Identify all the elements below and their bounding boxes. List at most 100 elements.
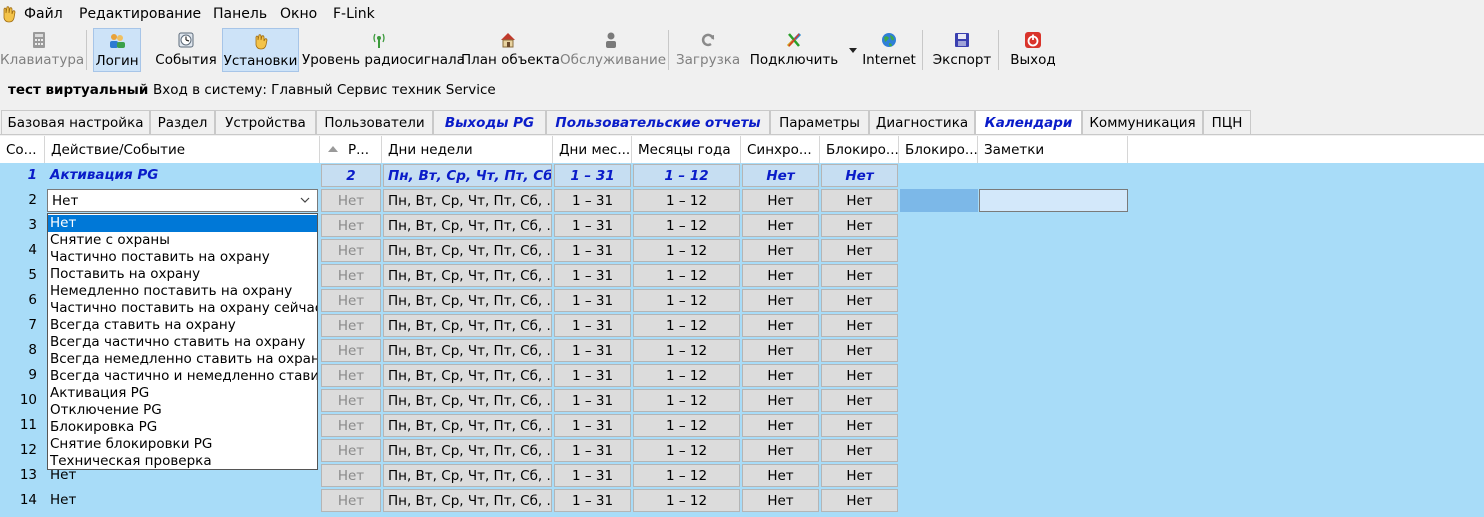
col-header-monthdays[interactable]: Дни мес...	[553, 136, 632, 163]
connect-button[interactable]: Подключить	[748, 28, 840, 72]
tab-devices[interactable]: Устройства	[215, 110, 316, 134]
monthdays-cell[interactable]: 1 – 31	[554, 214, 631, 237]
sync-cell[interactable]: Нет	[742, 289, 819, 312]
signal-level-button[interactable]: Уровень радиосигнала	[302, 28, 465, 72]
p-cell[interactable]: Нет	[321, 189, 381, 212]
block-cell[interactable]: Нет	[821, 339, 898, 362]
weekdays-cell[interactable]: Пн, Вт, Ср, Чт, Пт, Сб, ...	[383, 189, 552, 212]
p-cell[interactable]: Нет	[321, 289, 381, 312]
tab-diagnostics[interactable]: Диагностика	[869, 110, 975, 134]
sync-cell[interactable]: Нет	[742, 439, 819, 462]
block-cell[interactable]: Нет	[821, 164, 898, 187]
block-cell[interactable]: Нет	[821, 364, 898, 387]
dropdown-option[interactable]: Всегда частично ставить на охрану	[48, 334, 317, 351]
dropdown-option[interactable]: Поставить на охрану	[48, 266, 317, 283]
col-header-weekdays[interactable]: Дни недели	[382, 136, 553, 163]
weekdays-cell[interactable]: Пн, Вт, Ср, Чт, Пт, Сб, ...	[383, 464, 552, 487]
login-button[interactable]: Логин	[93, 28, 141, 72]
exit-button[interactable]: Выход	[1006, 28, 1060, 72]
dropdown-option[interactable]: Активация PG	[48, 385, 317, 402]
monthdays-cell[interactable]: 1 – 31	[554, 414, 631, 437]
block-cell[interactable]: Нет	[821, 489, 898, 512]
p-cell[interactable]: Нет	[321, 339, 381, 362]
dropdown-option[interactable]: Всегда частично и немедленно ставить на	[48, 368, 317, 385]
weekdays-cell[interactable]: Пн, Вт, Ср, Чт, Пт, Сб, ...	[383, 489, 552, 512]
weekdays-cell[interactable]: Пн, Вт, Ср, Чт, Пт, Сб, ...	[383, 239, 552, 262]
sync-cell[interactable]: Нет	[742, 264, 819, 287]
months-cell[interactable]: 1 – 12	[633, 189, 740, 212]
chevron-down-icon[interactable]	[299, 194, 311, 206]
maintenance-button[interactable]: Обслуживание	[560, 28, 666, 72]
sync-cell[interactable]: Нет	[742, 239, 819, 262]
tab-basic-setup[interactable]: Базовая настройка	[1, 110, 150, 134]
col-header-p[interactable]: Р...	[320, 136, 382, 163]
col-header-sync[interactable]: Синхро...	[741, 136, 820, 163]
block-cell[interactable]: Нет	[821, 289, 898, 312]
p-cell[interactable]: Нет	[321, 489, 381, 512]
dropdown-option[interactable]: Всегда ставить на охрану	[48, 317, 317, 334]
dropdown-option[interactable]: Снятие блокировки PG	[48, 436, 317, 453]
settings-button[interactable]: Установки	[222, 28, 299, 72]
monthdays-cell[interactable]: 1 – 31	[554, 489, 631, 512]
col-header-action[interactable]: Действие/Событие	[45, 136, 320, 163]
keypad-button[interactable]: Клавиатура	[0, 28, 84, 72]
col-header-months[interactable]: Месяцы года	[632, 136, 741, 163]
p-cell[interactable]: Нет	[321, 389, 381, 412]
months-cell[interactable]: 1 – 12	[633, 414, 740, 437]
sync-cell[interactable]: Нет	[742, 214, 819, 237]
block-cell[interactable]: Нет	[821, 464, 898, 487]
block-cell[interactable]: Нет	[821, 214, 898, 237]
dropdown-option[interactable]: Частично поставить на охрану сейчас	[48, 300, 317, 317]
chevron-down-icon[interactable]	[849, 48, 857, 54]
months-cell[interactable]: 1 – 12	[633, 339, 740, 362]
sync-cell[interactable]: Нет	[742, 164, 819, 187]
dropdown-option[interactable]: Нет	[48, 215, 317, 232]
dropdown-option[interactable]: Частично поставить на охрану	[48, 249, 317, 266]
action-combobox[interactable]: Нет	[47, 189, 318, 212]
months-cell[interactable]: 1 – 12	[633, 214, 740, 237]
months-cell[interactable]: 1 – 12	[633, 389, 740, 412]
months-cell[interactable]: 1 – 12	[633, 314, 740, 337]
menu-panel[interactable]: Панель	[213, 6, 267, 22]
action-cell[interactable]: Активация PG	[45, 164, 320, 187]
col-header-notes[interactable]: Заметки	[978, 136, 1128, 163]
table-row[interactable]: 1 Активация PG 2 Пн, Вт, Ср, Чт, Пт, Сб... 1…	[0, 163, 1484, 188]
dropdown-option[interactable]: Немедленно поставить на охрану	[48, 283, 317, 300]
weekdays-cell[interactable]: Пн, Вт, Ср, Чт, Пт, Сб...	[383, 164, 552, 187]
table-row[interactable]: 2 Нет Нет Пн, Вт, Ср, Чт, Пт, Сб, ... 1 – 31…	[0, 188, 1484, 213]
monthdays-cell[interactable]: 1 – 31	[554, 239, 631, 262]
col-header-num[interactable]: Со...	[0, 136, 45, 163]
monthdays-cell[interactable]: 1 – 31	[554, 314, 631, 337]
months-cell[interactable]: 1 – 12	[633, 439, 740, 462]
monthdays-cell[interactable]: 1 – 31	[554, 439, 631, 462]
weekdays-cell[interactable]: Пн, Вт, Ср, Чт, Пт, Сб, ...	[383, 414, 552, 437]
monthdays-cell[interactable]: 1 – 31	[554, 339, 631, 362]
tab-pcn[interactable]: ПЦН	[1203, 110, 1251, 134]
block-cell[interactable]: Нет	[821, 439, 898, 462]
monthdays-cell[interactable]: 1 – 31	[554, 289, 631, 312]
p-cell[interactable]: 2	[321, 164, 381, 187]
tab-users[interactable]: Пользователи	[316, 110, 433, 134]
monthdays-cell[interactable]: 1 – 31	[554, 364, 631, 387]
block-cell[interactable]: Нет	[821, 414, 898, 437]
menu-flink[interactable]: F-Link	[333, 6, 375, 22]
floor-plan-button[interactable]: План объекта	[461, 28, 560, 72]
weekdays-cell[interactable]: Пн, Вт, Ср, Чт, Пт, Сб, ...	[383, 314, 552, 337]
tab-pg-outputs[interactable]: Выходы PG	[433, 110, 546, 134]
sync-cell[interactable]: Нет	[742, 364, 819, 387]
export-button[interactable]: Экспорт	[930, 28, 994, 72]
sync-cell[interactable]: Нет	[742, 464, 819, 487]
menu-window[interactable]: Окно	[280, 6, 317, 22]
col-header-block2[interactable]: Блокиро...	[899, 136, 978, 163]
table-row[interactable]: 14 Нет Нет Пн, Вт, Ср, Чт, Пт, Сб, ... 1 – 3…	[0, 488, 1484, 513]
sync-cell[interactable]: Нет	[742, 389, 819, 412]
weekdays-cell[interactable]: Пн, Вт, Ср, Чт, Пт, Сб, ...	[383, 214, 552, 237]
menu-file[interactable]: Файл	[24, 6, 63, 22]
months-cell[interactable]: 1 – 12	[633, 164, 740, 187]
p-cell[interactable]: Нет	[321, 239, 381, 262]
events-button[interactable]: События	[153, 28, 219, 72]
months-cell[interactable]: 1 – 12	[633, 239, 740, 262]
block-cell[interactable]: Нет	[821, 264, 898, 287]
weekdays-cell[interactable]: Пн, Вт, Ср, Чт, Пт, Сб, ...	[383, 389, 552, 412]
tab-calendars[interactable]: Календари	[975, 110, 1082, 134]
